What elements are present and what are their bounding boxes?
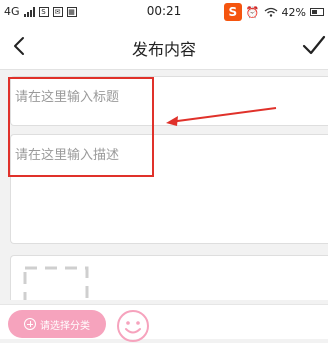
sogou-input-icon: S [223, 3, 242, 21]
status-right: S ⏰ 42% [223, 3, 324, 21]
status-bar: 4G S ✉ ▦ 00:21 S ⏰ 42% [0, 0, 328, 24]
category-label: 请选择分类 [40, 320, 90, 332]
annotation-arrow [166, 107, 277, 126]
battery-percent: 42% [281, 5, 306, 19]
description-input[interactable]: 请在这里输入描述 [10, 134, 328, 244]
battery-icon [310, 8, 324, 16]
select-category-button[interactable]: 请选择分类 [8, 310, 106, 338]
nav-bar: 发布内容 [0, 24, 328, 70]
alarm-icon: ⏰ [245, 5, 260, 19]
description-placeholder: 请在这里输入描述 [15, 148, 120, 163]
bottom-bar: 请选择分类 [0, 304, 328, 342]
plus-circle-icon [24, 318, 36, 330]
checkmark-icon[interactable] [300, 32, 328, 60]
wifi-icon [264, 7, 277, 17]
title-placeholder: 请在这里输入标题 [15, 90, 120, 105]
image-upload-area [10, 255, 328, 300]
page-title: 发布内容 [131, 40, 196, 59]
dashed-image-placeholder-icon[interactable] [23, 266, 89, 300]
